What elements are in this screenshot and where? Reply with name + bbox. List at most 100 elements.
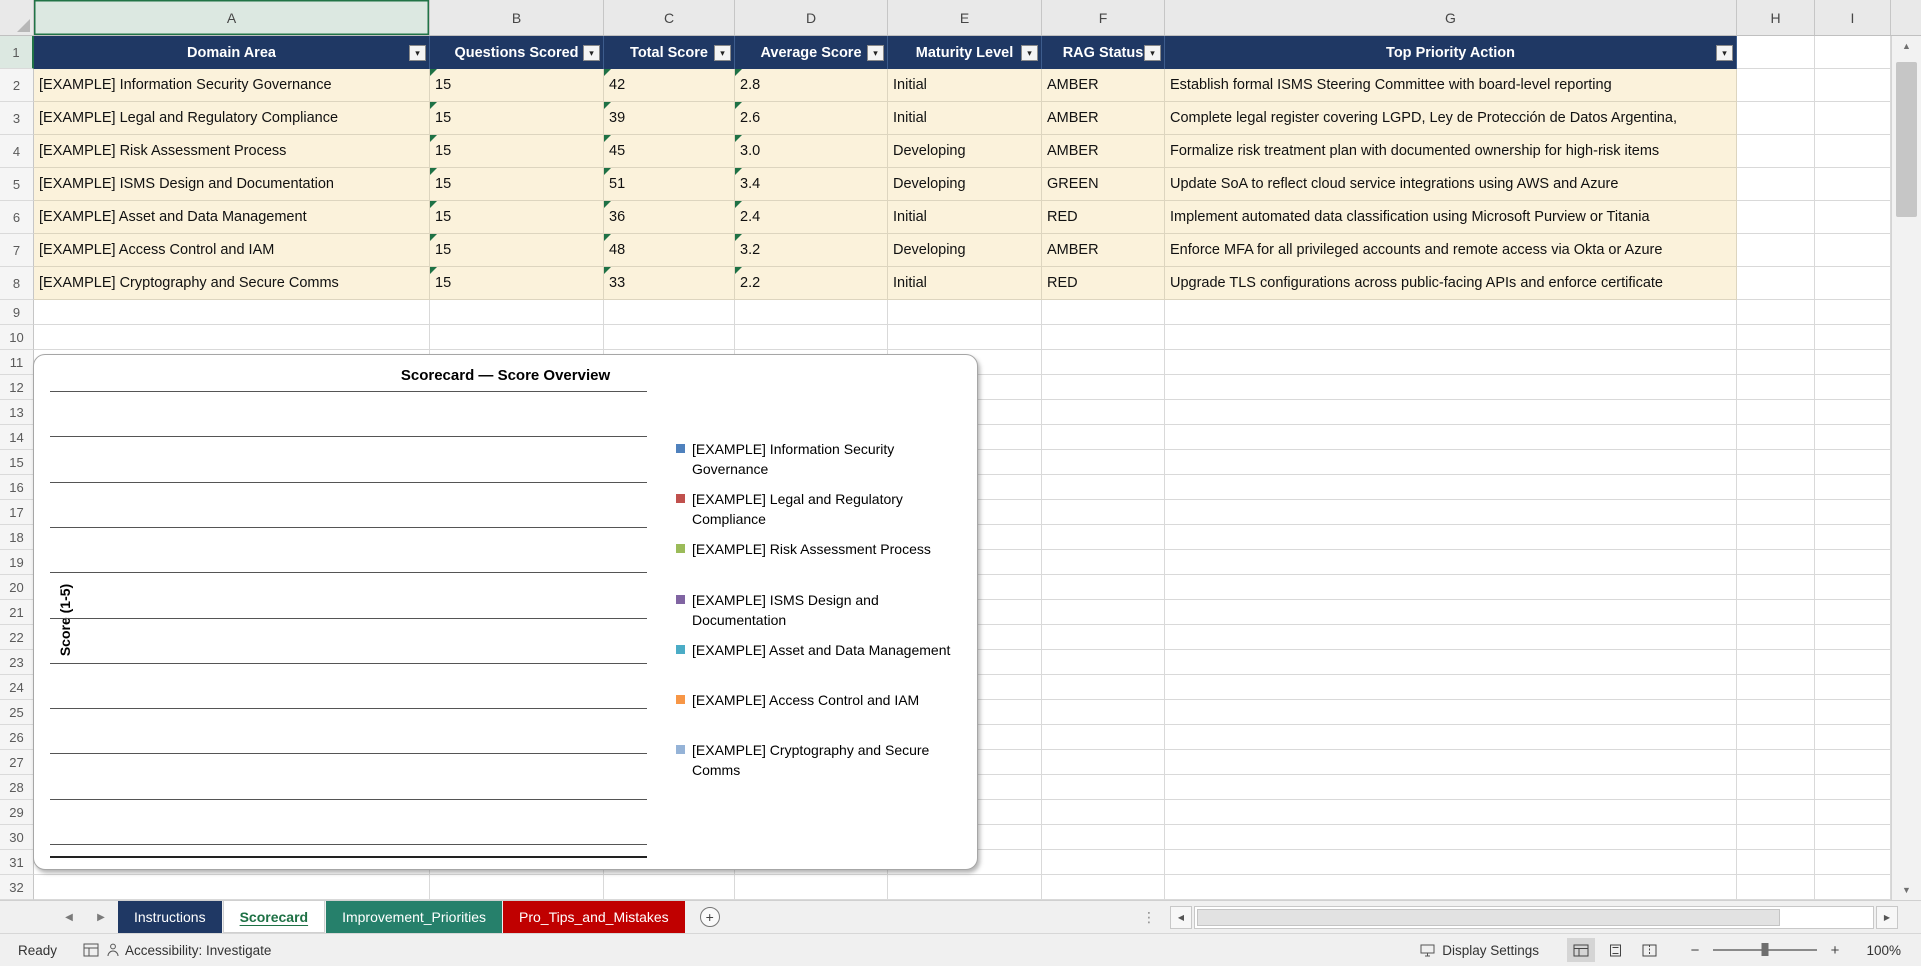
cell-F2[interactable]: AMBER — [1042, 69, 1165, 102]
cell-I18[interactable] — [1815, 525, 1891, 550]
cell-B32[interactable] — [430, 875, 604, 900]
row-number-16[interactable]: 16 — [0, 475, 34, 500]
cell-H26[interactable] — [1737, 725, 1815, 750]
cell-F20[interactable] — [1042, 575, 1165, 600]
cell-I16[interactable] — [1815, 475, 1891, 500]
legend-item-example-access-control-and-iam[interactable]: [EXAMPLE] Access Control and IAM — [676, 690, 968, 740]
cell-A7[interactable]: [EXAMPLE] Access Control and IAM — [34, 234, 430, 267]
cell-F17[interactable] — [1042, 500, 1165, 525]
cell-G22[interactable] — [1165, 625, 1737, 650]
cell-G27[interactable] — [1165, 750, 1737, 775]
cell-E5[interactable]: Developing — [888, 168, 1042, 201]
cell-E8[interactable]: Initial — [888, 267, 1042, 300]
row-number-3[interactable]: 3 — [0, 102, 34, 135]
cell-I17[interactable] — [1815, 500, 1891, 525]
column-header-F[interactable]: F — [1042, 0, 1165, 35]
cell-G17[interactable] — [1165, 500, 1737, 525]
view-page-layout-button[interactable] — [1601, 938, 1629, 962]
cell-A3[interactable]: [EXAMPLE] Legal and Regulatory Complianc… — [34, 102, 430, 135]
column-header-A[interactable]: A — [34, 0, 430, 35]
legend-item-example-legal-and-regulatory-compliance[interactable]: [EXAMPLE] Legal and Regulatory Complianc… — [676, 489, 968, 539]
column-header-E[interactable]: E — [888, 0, 1042, 35]
row-number-4[interactable]: 4 — [0, 135, 34, 168]
cell-H12[interactable] — [1737, 375, 1815, 400]
row-number-27[interactable]: 27 — [0, 750, 34, 775]
filter-button-icon[interactable]: ▾ — [583, 44, 600, 61]
cell-G29[interactable] — [1165, 800, 1737, 825]
view-normal-button[interactable] — [1567, 938, 1595, 962]
cell-B10[interactable] — [430, 325, 604, 350]
horizontal-scroll-thumb[interactable] — [1197, 909, 1781, 926]
column-header-C[interactable]: C — [604, 0, 735, 35]
row-number-26[interactable]: 26 — [0, 725, 34, 750]
cell-F25[interactable] — [1042, 700, 1165, 725]
cell-A4[interactable]: [EXAMPLE] Risk Assessment Process — [34, 135, 430, 168]
cell-G30[interactable] — [1165, 825, 1737, 850]
cell-I5[interactable] — [1815, 168, 1891, 201]
row-number-10[interactable]: 10 — [0, 325, 34, 350]
row-number-5[interactable]: 5 — [0, 168, 34, 201]
accessibility-status[interactable]: Accessibility: Investigate — [107, 943, 271, 958]
scroll-up-icon[interactable]: ▲ — [1892, 36, 1921, 56]
cell-H22[interactable] — [1737, 625, 1815, 650]
cell-H29[interactable] — [1737, 800, 1815, 825]
row-number-22[interactable]: 22 — [0, 625, 34, 650]
row-number-20[interactable]: 20 — [0, 575, 34, 600]
cell-I27[interactable] — [1815, 750, 1891, 775]
cell-F9[interactable] — [1042, 300, 1165, 325]
cell-G19[interactable] — [1165, 550, 1737, 575]
cell-H16[interactable] — [1737, 475, 1815, 500]
cell-C8[interactable]: 33 — [604, 267, 735, 300]
cell-G9[interactable] — [1165, 300, 1737, 325]
cell-H17[interactable] — [1737, 500, 1815, 525]
cell-G7[interactable]: Enforce MFA for all privileged accounts … — [1165, 234, 1737, 267]
cell-H15[interactable] — [1737, 450, 1815, 475]
horizontal-scrollbar[interactable] — [1194, 906, 1874, 929]
cell-A5[interactable]: [EXAMPLE] ISMS Design and Documentation — [34, 168, 430, 201]
row-number-24[interactable]: 24 — [0, 675, 34, 700]
cell-I8[interactable] — [1815, 267, 1891, 300]
cell-G21[interactable] — [1165, 600, 1737, 625]
cell-I26[interactable] — [1815, 725, 1891, 750]
cell-G26[interactable] — [1165, 725, 1737, 750]
cell-G14[interactable] — [1165, 425, 1737, 450]
cell-C6[interactable]: 36 — [604, 201, 735, 234]
cell-I30[interactable] — [1815, 825, 1891, 850]
filter-button-icon[interactable]: ▾ — [1716, 44, 1733, 61]
row-number-8[interactable]: 8 — [0, 267, 34, 300]
cell-C4[interactable]: 45 — [604, 135, 735, 168]
filter-button-icon[interactable]: ▾ — [1144, 44, 1161, 61]
cell-H2[interactable] — [1737, 69, 1815, 102]
cell-I31[interactable] — [1815, 850, 1891, 875]
cell-B7[interactable]: 15 — [430, 234, 604, 267]
cell-I4[interactable] — [1815, 135, 1891, 168]
cell-I6[interactable] — [1815, 201, 1891, 234]
cell-G5[interactable]: Update SoA to reflect cloud service inte… — [1165, 168, 1737, 201]
cell-G25[interactable] — [1165, 700, 1737, 725]
column-header-D[interactable]: D — [735, 0, 888, 35]
cell-B3[interactable]: 15 — [430, 102, 604, 135]
vertical-scrollbar[interactable]: ▲ ▼ — [1891, 36, 1921, 900]
cell-H6[interactable] — [1737, 201, 1815, 234]
zoom-out-button[interactable]: − — [1687, 942, 1703, 959]
row-number-18[interactable]: 18 — [0, 525, 34, 550]
sheet-tab-improvement-priorities[interactable]: Improvement_Priorities — [326, 901, 503, 933]
table-header-average-score[interactable]: Average Score ▾ — [735, 36, 888, 69]
zoom-in-button[interactable]: + — [1827, 942, 1843, 959]
cell-G20[interactable] — [1165, 575, 1737, 600]
cell-I9[interactable] — [1815, 300, 1891, 325]
cell-F22[interactable] — [1042, 625, 1165, 650]
legend-item-example-asset-and-data-management[interactable]: [EXAMPLE] Asset and Data Management — [676, 640, 968, 690]
legend-item-example-information-security-governance[interactable]: [EXAMPLE] Information Security Governanc… — [676, 439, 968, 489]
cell-A2[interactable]: [EXAMPLE] Information Security Governanc… — [34, 69, 430, 102]
cell-I21[interactable] — [1815, 600, 1891, 625]
cell-E4[interactable]: Developing — [888, 135, 1042, 168]
cell-F30[interactable] — [1042, 825, 1165, 850]
cell-H20[interactable] — [1737, 575, 1815, 600]
legend-item-example-isms-design-and-documentation[interactable]: [EXAMPLE] ISMS Design and Documentation — [676, 590, 968, 640]
row-number-1[interactable]: 1 — [0, 36, 34, 69]
cell-B8[interactable]: 15 — [430, 267, 604, 300]
sheet-tab-scorecard[interactable]: Scorecard — [222, 901, 326, 933]
cell-C10[interactable] — [604, 325, 735, 350]
chart-title[interactable]: Scorecard — Score Overview — [34, 367, 977, 384]
